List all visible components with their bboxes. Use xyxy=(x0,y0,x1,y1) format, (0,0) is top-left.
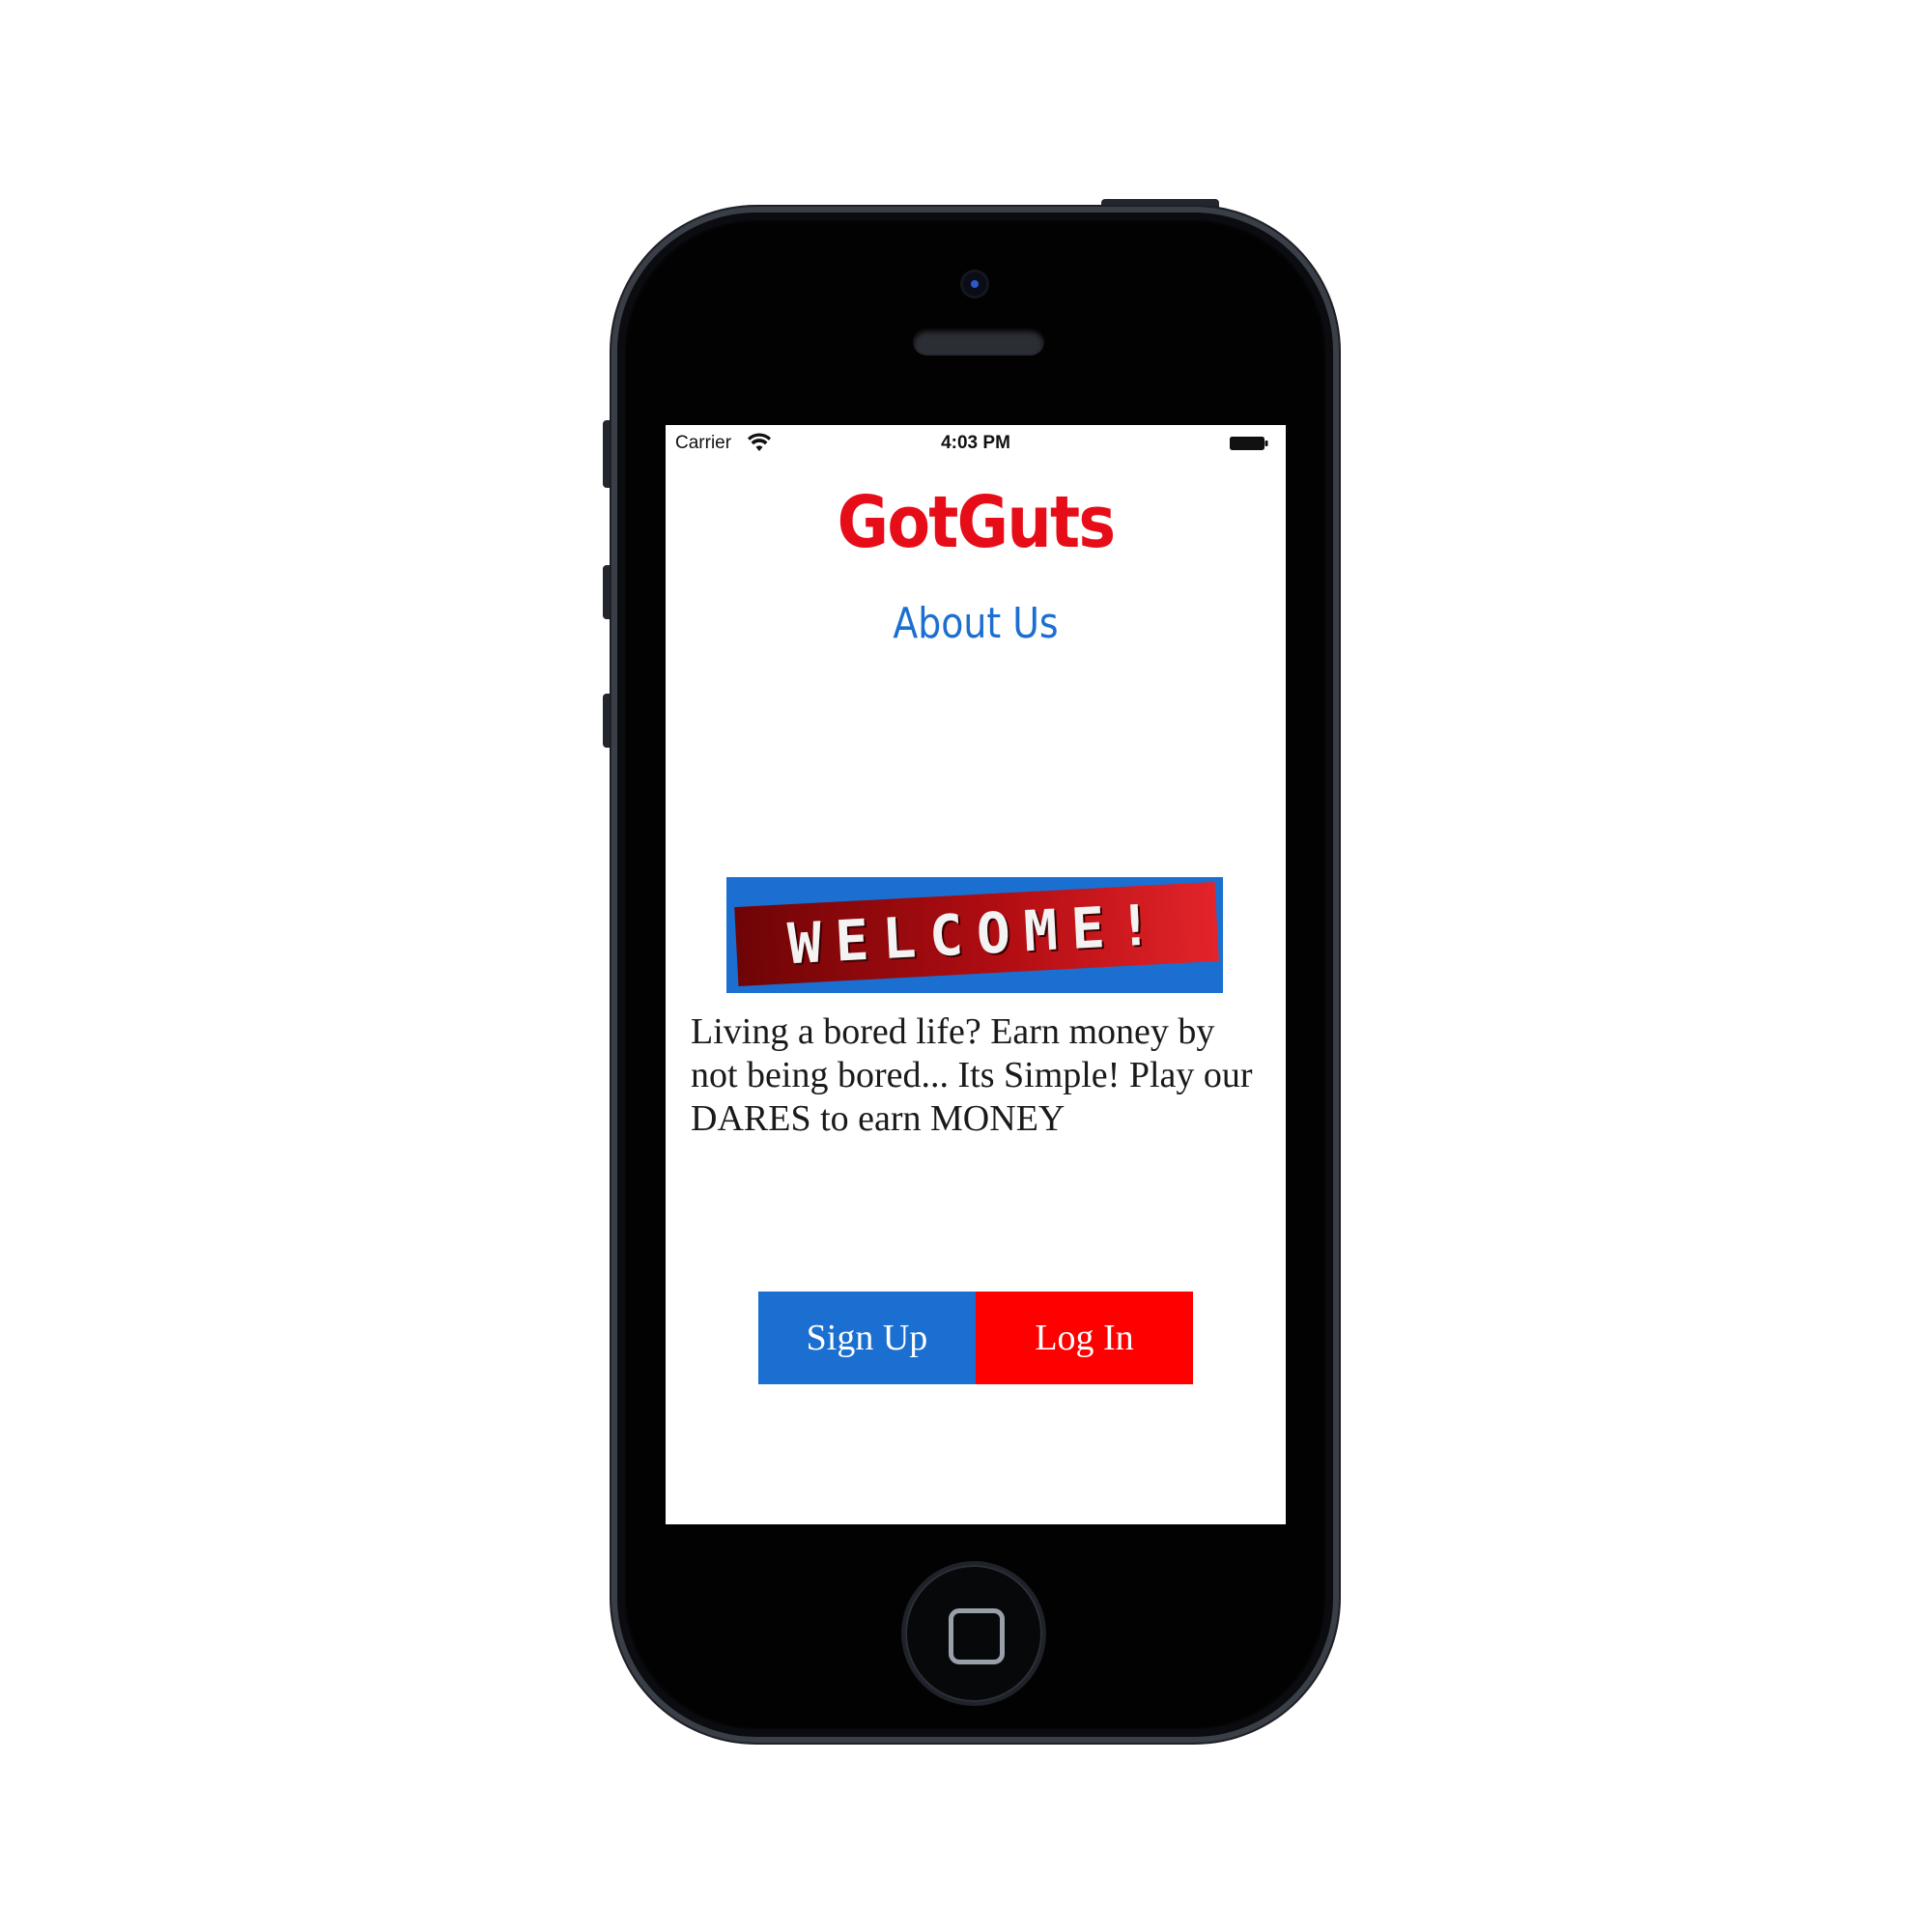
canvas: Carrier 4:03 PM GotGuts About Us WELCOME… xyxy=(0,0,1932,1932)
status-bar: Carrier 4:03 PM xyxy=(666,425,1286,462)
app-title: GotGuts xyxy=(837,481,1116,564)
battery-icon xyxy=(1230,437,1268,450)
home-button[interactable] xyxy=(905,1565,1042,1702)
camera-icon xyxy=(963,272,986,296)
about-us-link[interactable]: About Us xyxy=(709,599,1242,648)
welcome-text: WELCOME! xyxy=(785,891,1168,978)
description-text: Living a bored life? Earn money by not b… xyxy=(691,1011,1253,1139)
speaker-grille xyxy=(913,328,1044,355)
welcome-ribbon: WELCOME! xyxy=(734,882,1219,986)
log-in-button[interactable]: Log In xyxy=(976,1292,1193,1384)
home-square-icon xyxy=(949,1608,1005,1664)
welcome-banner: WELCOME! xyxy=(726,877,1223,993)
phone-screen: Carrier 4:03 PM GotGuts About Us WELCOME… xyxy=(666,425,1286,1524)
sign-up-button[interactable]: Sign Up xyxy=(758,1292,976,1384)
status-time: 4:03 PM xyxy=(941,433,1010,453)
